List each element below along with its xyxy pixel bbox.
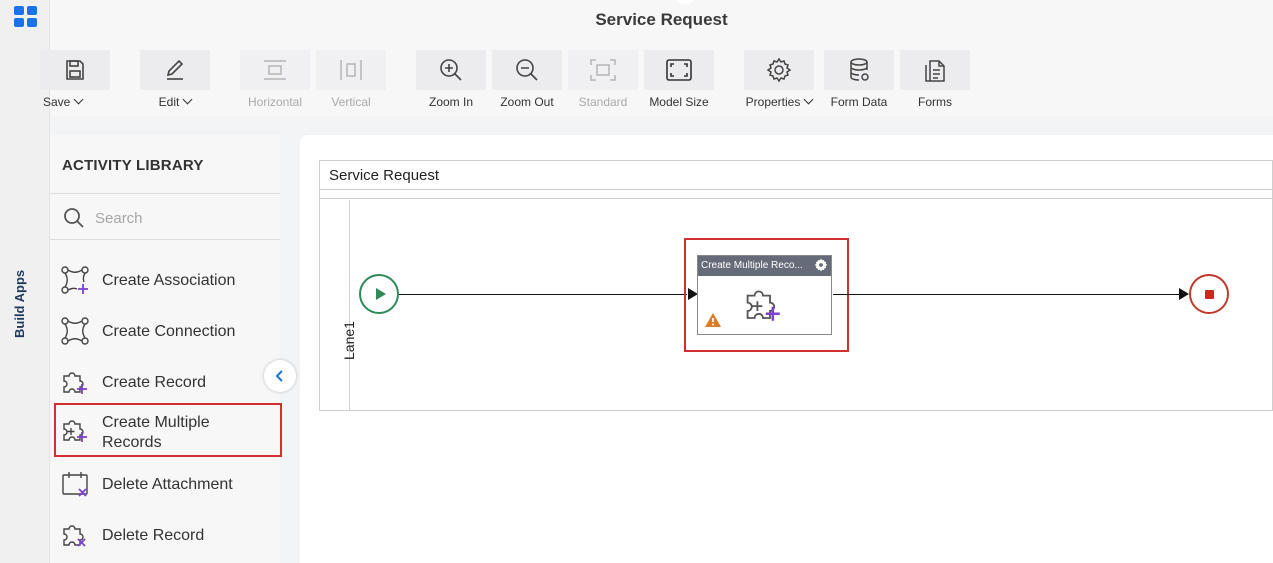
chevron-down-icon [73, 94, 84, 105]
standard-size-icon [568, 50, 638, 90]
activity-library-panel: ACTIVITY LIBRARY Search Create Associati… [50, 135, 282, 563]
search-placeholder: Search [95, 210, 143, 227]
puzzle-plus-icon [63, 372, 87, 394]
vertical-button[interactable]: Vertical [316, 50, 386, 112]
gear-icon[interactable] [814, 258, 828, 272]
toolbar: Save Edit Horizontal Vertical Zoom In Zo… [40, 40, 1273, 116]
label-line-2: Records [102, 434, 162, 451]
zoom-in-button[interactable]: Zoom In [416, 50, 486, 112]
form-data-button[interactable]: Form Data [824, 50, 894, 112]
forms-label: Forms [918, 95, 952, 109]
puzzle-multi-plus-icon [63, 420, 87, 442]
library-item-label: Create Connection [102, 323, 236, 340]
zoom-out-button[interactable]: Zoom Out [492, 50, 562, 112]
lane-label: Lane1 [341, 321, 357, 360]
connector-line[interactable] [833, 294, 1180, 296]
pool-header: Service Request [320, 161, 1272, 190]
task-header: Create Multiple Reco... [698, 256, 831, 276]
library-item-label: Create Association [102, 272, 236, 289]
library-item-create-connection[interactable]: Create Connection [50, 306, 280, 356]
pool-title: Service Request [329, 167, 440, 184]
header-bar: Service Request [50, 0, 1273, 40]
forms-icon [900, 50, 970, 90]
standard-button[interactable]: Standard [568, 50, 638, 112]
chevron-down-icon [182, 94, 193, 105]
zoom-in-icon [416, 50, 486, 90]
connector-line[interactable] [399, 294, 687, 296]
vertical-layout-icon [316, 50, 386, 90]
puzzle-multi-plus-icon [746, 290, 780, 321]
attachment-delete-icon [62, 472, 88, 497]
properties-label: Properties [745, 95, 801, 109]
library-item-create-record[interactable]: Create Record [50, 357, 280, 407]
horizontal-layout-icon [240, 50, 310, 90]
chevron-left-icon [275, 370, 283, 382]
connection-icon [61, 317, 89, 345]
zoom-out-icon [492, 50, 562, 90]
process-canvas[interactable]: Service Request Lane1 Create Multiple Re… [300, 135, 1273, 563]
properties-button[interactable]: Properties [744, 50, 814, 112]
warning-icon[interactable] [704, 312, 722, 328]
edit-button[interactable]: Edit [140, 50, 210, 112]
page-title: Service Request [595, 10, 728, 29]
save-label: Save [43, 95, 71, 109]
save-icon [40, 50, 110, 90]
model-size-label: Model Size [649, 95, 709, 109]
model-size-button[interactable]: Model Size [644, 50, 714, 112]
library-item-delete-attachment[interactable]: Delete Attachment [50, 459, 280, 509]
collapse-panel-button[interactable] [264, 360, 296, 392]
end-event[interactable] [1189, 274, 1229, 314]
chevron-down-icon [803, 94, 814, 105]
library-item-label: Delete Record [102, 527, 205, 544]
horizontal-button[interactable]: Horizontal [240, 50, 310, 112]
library-item-create-multiple-records[interactable]: Create Multiple Records [54, 403, 282, 457]
arrowhead [1179, 288, 1189, 300]
start-event[interactable] [359, 274, 399, 314]
header-notch [674, 0, 696, 4]
library-item-delete-record[interactable]: Delete Record [50, 510, 280, 560]
database-icon [824, 50, 894, 90]
label-line-1: Create Multiple [102, 414, 210, 431]
library-item-label: Delete Attachment [102, 476, 233, 493]
vertical-label: Vertical [331, 95, 371, 109]
association-icon [61, 266, 89, 294]
model-size-icon [644, 50, 714, 90]
save-button[interactable]: Save [40, 50, 110, 112]
edit-label: Edit [158, 95, 180, 109]
build-apps-label[interactable]: Build Apps [12, 270, 27, 338]
pool-header-gap [320, 190, 1272, 199]
activity-library-title: ACTIVITY LIBRARY [62, 157, 204, 174]
library-item-label: Create Record [102, 374, 207, 391]
apps-grid-icon[interactable] [14, 6, 38, 28]
gear-icon [744, 50, 814, 90]
edit-icon [140, 50, 210, 90]
puzzle-delete-icon [63, 525, 86, 547]
library-item-label: Create Multiple Records [102, 413, 210, 453]
lane-header[interactable]: Lane1 [320, 200, 357, 411]
create-multiple-records-task[interactable]: Create Multiple Reco... [697, 255, 832, 335]
task-title: Create Multiple Reco... [701, 260, 803, 271]
library-item-create-association[interactable]: Create Association [50, 255, 280, 305]
forms-button[interactable]: Forms [900, 50, 970, 112]
search-icon [64, 208, 84, 228]
library-search[interactable]: Search [50, 194, 280, 240]
